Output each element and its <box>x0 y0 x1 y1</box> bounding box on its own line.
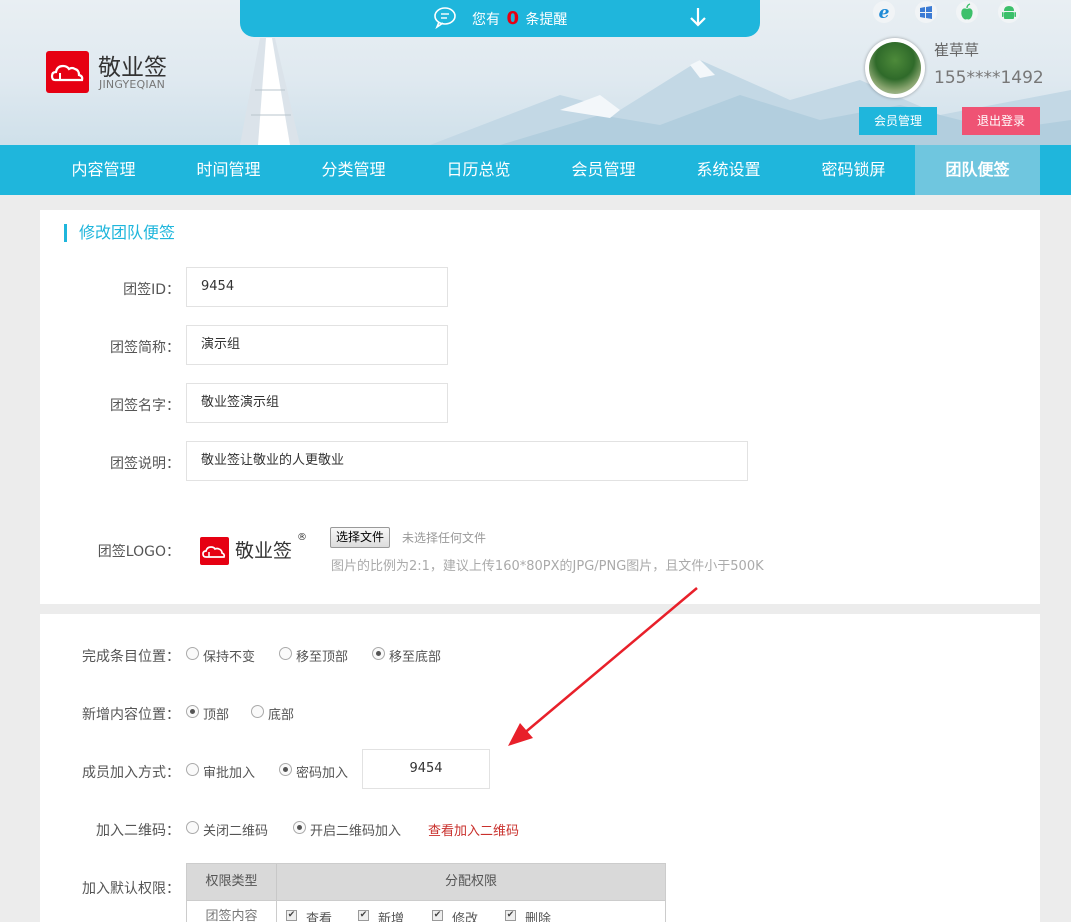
reminder-text: 您有 0 条提醒 <box>472 8 567 29</box>
choose-file-button[interactable]: 选择文件 <box>330 527 391 548</box>
permission-type-header: 权限类型 <box>187 864 277 900</box>
radio-move-bottom[interactable] <box>372 647 385 660</box>
reminder-bar[interactable]: 您有 0 条提醒 <box>240 0 760 37</box>
logo-preview-text: 敬业签 <box>235 540 293 562</box>
default-permissions-label: 加入默认权限： <box>82 881 180 897</box>
nav-item-settings[interactable]: 系统设置 <box>666 145 791 195</box>
checkbox-delete-label: 删除 <box>525 912 552 922</box>
logout-button[interactable]: 退出登录 <box>962 107 1040 135</box>
apple-icon[interactable] <box>953 0 981 26</box>
radio-keep[interactable] <box>186 647 199 660</box>
reminder-count: 0 <box>506 8 519 29</box>
radio-approval-join-label: 审批加入 <box>203 766 256 781</box>
logo-label: 团签LOGO： <box>97 544 180 560</box>
platform-icons: e <box>870 0 1030 30</box>
team-name-field[interactable]: 敬业签演示组 <box>186 383 448 423</box>
main-nav: 内容管理 时间管理 分类管理 日历总览 会员管理 系统设置 密码锁屏 团队便签 <box>0 145 1071 195</box>
checkbox-view-label: 查看 <box>306 912 333 922</box>
join-password-field[interactable]: 9454 <box>362 749 490 789</box>
section-title: 修改团队便签 <box>64 224 175 242</box>
no-file-text: 未选择任何文件 <box>402 531 487 545</box>
radio-keep-label: 保持不变 <box>203 650 256 665</box>
brand-subtitle: JINGYEQIAN <box>99 78 166 91</box>
cloud-logo-icon <box>46 51 89 93</box>
nav-item-lockscreen[interactable]: 密码锁屏 <box>791 145 916 195</box>
short-name-label: 团签简称： <box>110 340 180 356</box>
nav-item-category[interactable]: 分类管理 <box>291 145 416 195</box>
assign-permission-header: 分配权限 <box>444 874 497 889</box>
team-settings-panel: 完成条目位置： 保持不变 移至顶部 移至底部 新增内容位置： 顶部 底部 成员加… <box>40 614 1040 922</box>
svg-text:e: e <box>879 3 890 23</box>
chat-bubble-icon <box>434 7 456 29</box>
radio-new-bottom-label: 底部 <box>268 708 295 723</box>
reminder-prefix: 您有 <box>472 12 500 28</box>
radio-password-join-label: 密码加入 <box>296 766 349 781</box>
radio-qr-off-label: 关闭二维码 <box>203 824 269 839</box>
user-phone: 155****1492 <box>934 68 1044 88</box>
description-field[interactable]: 敬业签让敬业的人更敬业 <box>186 441 748 481</box>
radio-qr-on-label: 开启二维码加入 <box>310 824 402 839</box>
radio-approval-join[interactable] <box>186 763 199 776</box>
nav-item-team-notes[interactable]: 团队便签 <box>915 145 1040 195</box>
radio-new-top-label: 顶部 <box>203 708 230 723</box>
radio-qr-off[interactable] <box>186 821 199 834</box>
team-name-label: 团签名字： <box>110 398 180 414</box>
team-info-panel: 修改团队便签 团签ID： 9454 团签简称： 演示组 团签名字： 敬业签演示组… <box>40 210 1040 604</box>
short-name-field[interactable]: 演示组 <box>186 325 448 365</box>
radio-new-top[interactable] <box>186 705 199 718</box>
ie-icon[interactable]: e <box>870 0 898 26</box>
view-qr-code-link[interactable]: 查看加入二维码 <box>428 820 519 839</box>
nav-item-member[interactable]: 会员管理 <box>541 145 666 195</box>
checkbox-add[interactable]: ✔ <box>358 910 369 921</box>
header: 您有 0 条提醒 敬业签 JINGYEQIAN e 崔草草 155****149… <box>0 0 1071 145</box>
nav-item-time[interactable]: 时间管理 <box>166 145 291 195</box>
permission-type-cell: 团签内容 <box>187 901 277 922</box>
permissions-table-row: 团签内容 ✔ 查看 ✔ 新增 ✔ 修改 ✔ 删除 <box>186 901 666 922</box>
qr-code-label: 加入二维码： <box>96 823 180 839</box>
nav-item-content[interactable]: 内容管理 <box>41 145 166 195</box>
new-content-position-label: 新增内容位置： <box>82 707 180 723</box>
registered-mark: ® <box>297 532 307 543</box>
team-logo-preview: 敬业签 ® <box>200 532 310 568</box>
description-label: 团签说明： <box>110 456 180 472</box>
checkbox-edit[interactable]: ✔ <box>432 910 443 921</box>
radio-qr-on[interactable] <box>293 821 306 834</box>
reminder-suffix: 条提醒 <box>525 12 568 28</box>
checkbox-view[interactable]: ✔ <box>286 910 297 921</box>
radio-move-bottom-label: 移至底部 <box>389 650 442 665</box>
team-id-field[interactable]: 9454 <box>186 267 448 307</box>
join-method-label: 成员加入方式： <box>82 765 180 781</box>
radio-password-join[interactable] <box>279 763 292 776</box>
team-id-label: 团签ID： <box>123 282 180 298</box>
checkbox-delete[interactable]: ✔ <box>505 910 516 921</box>
permissions-table-header: 权限类型 分配权限 <box>186 863 666 901</box>
radio-move-top[interactable] <box>279 647 292 660</box>
upload-hint: 图片的比例为2:1，建议上传160*80PX的JPG/PNG图片，且文件小于50… <box>331 559 764 574</box>
radio-move-top-label: 移至顶部 <box>296 650 349 665</box>
windows-icon[interactable] <box>912 0 940 26</box>
member-management-button[interactable]: 会员管理 <box>859 107 937 135</box>
radio-new-bottom[interactable] <box>251 705 264 718</box>
user-name: 崔草草 <box>934 41 980 59</box>
checkbox-add-label: 新增 <box>378 912 405 922</box>
complete-position-label: 完成条目位置： <box>82 649 180 665</box>
user-avatar[interactable] <box>865 38 925 98</box>
brand-name: 敬业签 <box>98 55 167 81</box>
checkbox-edit-label: 修改 <box>452 912 479 922</box>
android-icon[interactable] <box>995 0 1023 26</box>
cloud-logo-icon <box>200 537 229 565</box>
nav-item-calendar[interactable]: 日历总览 <box>416 145 541 195</box>
arrow-down-icon[interactable] <box>688 6 708 28</box>
